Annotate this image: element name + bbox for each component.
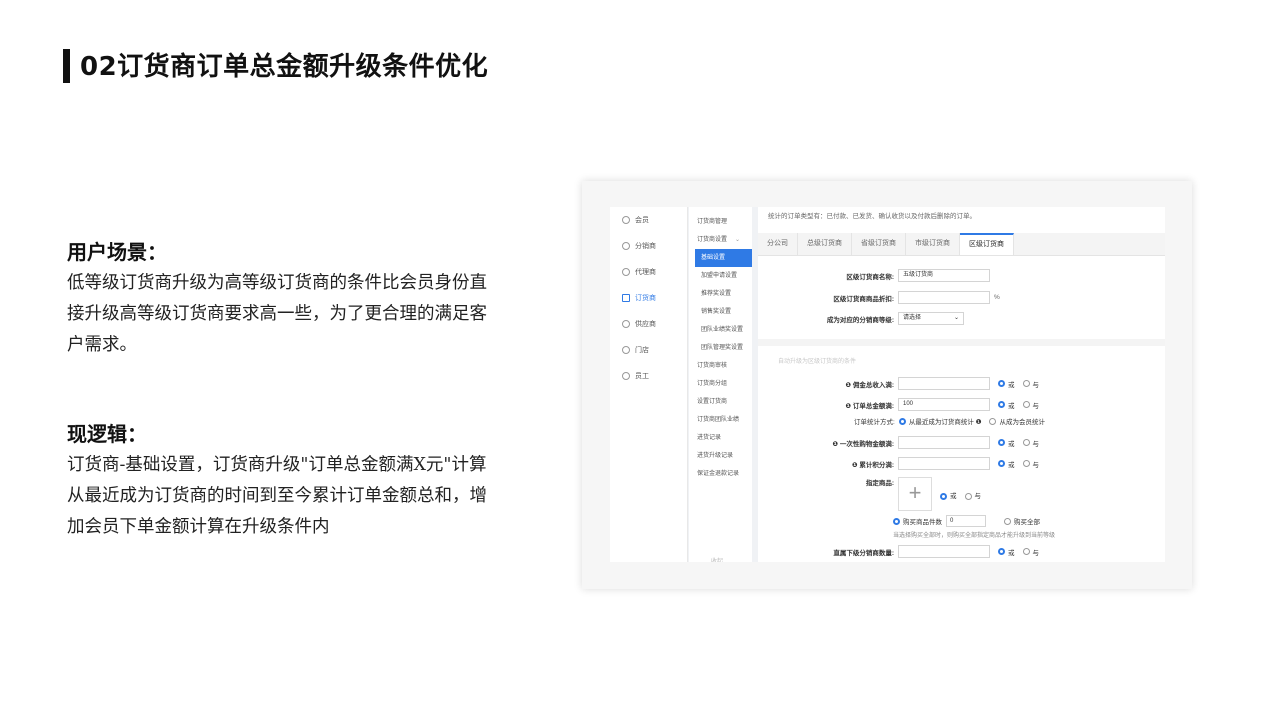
and-radio[interactable] — [1022, 439, 1030, 446]
row-goods: 指定商品: + 或与 — [758, 477, 981, 511]
row-discount: 区级订货商商品折扣: % — [758, 291, 1000, 304]
commission-input[interactable] — [898, 377, 990, 390]
primary-nav: 会员 分销商 代理商 订货商 供应商 门店 员工 — [610, 207, 688, 562]
nav2-deposit[interactable]: 保证金退款记录 — [689, 465, 752, 483]
and-radio[interactable] — [1022, 401, 1030, 408]
and-radio[interactable] — [1022, 380, 1030, 387]
tab-province[interactable]: 省级订货商 — [852, 233, 906, 255]
nav-member[interactable]: 会员 — [610, 207, 687, 233]
nav2-stock[interactable]: 进货记录 — [689, 429, 752, 447]
chevron-down-icon: ⌄ — [735, 237, 741, 243]
dealer-icon — [622, 294, 630, 302]
nav2-recommend[interactable]: 推荐奖设置 — [689, 285, 752, 303]
or-radio[interactable] — [998, 460, 1005, 467]
store-icon — [622, 346, 630, 354]
secondary-nav: 订货商管理 订货商设置 ⌄ 基础设置 加盟申请设置 推荐奖设置 销售奖设置 团队业… — [689, 207, 752, 562]
discount-input[interactable] — [898, 291, 990, 304]
nav2-manage[interactable]: 订货商管理 — [689, 213, 752, 231]
nav2-group[interactable]: 订货商分组 — [689, 375, 752, 393]
row-name: 区级订货商名称: 五级订货商 — [758, 269, 990, 282]
or-radio[interactable] — [998, 439, 1005, 446]
one-time-input[interactable] — [898, 436, 990, 449]
buy-count-radio[interactable] — [893, 517, 900, 525]
nav2-collapse[interactable]: 收起 — [703, 553, 723, 562]
level-tabs: 分公司 总级订货商 省级订货商 市级订货商 区级订货商 — [758, 233, 1165, 256]
supplier-icon — [622, 320, 630, 328]
nav-staff[interactable]: 员工 — [610, 363, 687, 389]
nav2-settings[interactable]: 订货商设置 ⌄ — [689, 231, 752, 249]
logic-heading: 现逻辑： — [67, 422, 147, 446]
order-total-input[interactable]: 100 — [898, 398, 990, 411]
tab-district[interactable]: 区级订货商 — [960, 233, 1014, 255]
stat-member-radio[interactable] — [989, 417, 997, 425]
dist-level-select[interactable]: 请选择 ⌄ — [898, 312, 964, 325]
nav2-audit[interactable]: 订货商审核 — [689, 357, 752, 375]
row-order-total: ❶ 订单总金额满: 100 或 与 — [758, 398, 1039, 411]
buy-count-input[interactable]: 0 — [946, 515, 986, 527]
nav-agent[interactable]: 代理商 — [610, 259, 687, 285]
nav2-join[interactable]: 加盟申请设置 — [689, 267, 752, 285]
and-radio[interactable] — [964, 492, 972, 500]
row-points: ❶ 累计积分满: 或 与 — [758, 457, 1039, 470]
tab-general[interactable]: 总级订货商 — [798, 233, 852, 255]
row-one-time: ❶ 一次性购物金额满: 或 与 — [758, 436, 1039, 449]
slide-title: 02订货商订单总金额升级条件优化 — [80, 52, 489, 82]
main-panel: 统计的订单类型有：已付款、已发货、确认收货以及付款后删除的订单。 分公司 总级订… — [758, 207, 1165, 562]
tab-branch[interactable]: 分公司 — [758, 233, 798, 255]
logic-text: 订货商-基础设置，订货商升级"订单总金额满X元"计算从最近成为订货商的时间到至今… — [67, 455, 487, 537]
row-commission: ❶ 佣金总收入满: 或 与 — [758, 377, 1039, 390]
stat-recent-radio[interactable] — [898, 417, 906, 425]
tab-city[interactable]: 市级订货商 — [906, 233, 960, 255]
nav2-basic[interactable]: 基础设置 — [695, 249, 752, 267]
nav-dealer[interactable]: 订货商 — [610, 285, 687, 311]
nav2-team-mgmt[interactable]: 团队管理奖设置 — [689, 339, 752, 357]
nav2-team-perf2[interactable]: 订货商团队业绩 — [689, 411, 752, 429]
nav-supplier[interactable]: 供应商 — [610, 311, 687, 337]
chevron-down-icon: ⌄ — [953, 315, 959, 321]
add-goods-button[interactable]: + — [898, 477, 932, 511]
section-faint-title: 自动升级为区级订货商的条件 — [778, 359, 857, 365]
user-icon — [622, 216, 630, 224]
screenshot-frame: 会员 分销商 代理商 订货商 供应商 门店 员工 订货商管理 订货商设置 ⌄ 基础… — [582, 181, 1192, 589]
distributor-icon — [622, 242, 630, 250]
nav-store[interactable]: 门店 — [610, 337, 687, 363]
nav2-upgrade[interactable]: 进货升级记录 — [689, 447, 752, 465]
direct-input[interactable] — [898, 545, 990, 558]
section-divider — [758, 339, 1165, 346]
nav2-set-dealer[interactable]: 设置订货商 — [689, 393, 752, 411]
name-input[interactable]: 五级订货商 — [898, 269, 990, 282]
row-buy-count: 购买商品件数 0 购买全部 — [893, 515, 1040, 527]
notice-text: 统计的订单类型有：已付款、已发货、确认收货以及付款后删除的订单。 — [768, 213, 976, 220]
agent-icon — [622, 268, 630, 276]
or-radio[interactable] — [940, 492, 947, 500]
or-radio[interactable] — [998, 401, 1005, 408]
title-accent-bar — [63, 49, 70, 83]
admin-screenshot: 会员 分销商 代理商 订货商 供应商 门店 员工 订货商管理 订货商设置 ⌄ 基础… — [610, 207, 1165, 562]
staff-icon — [622, 372, 630, 380]
row-dist-level: 成为对应的分销商等级: 请选择 ⌄ — [758, 312, 964, 325]
or-radio[interactable] — [998, 380, 1005, 387]
row-stat-method: 订单统计方式: 从最近成为订货商统计 ❶ 从成为会员统计 — [854, 417, 1045, 426]
nav2-team-perf[interactable]: 团队业绩奖设置 — [689, 321, 752, 339]
points-input[interactable] — [898, 457, 990, 470]
buy-all-radio[interactable] — [1004, 517, 1011, 525]
and-radio[interactable] — [1022, 548, 1030, 555]
row-direct: 直属下级分销商数量: 或 与 — [758, 545, 1039, 558]
nav2-sales[interactable]: 销售奖设置 — [689, 303, 752, 321]
or-radio[interactable] — [998, 548, 1005, 555]
nav-distributor[interactable]: 分销商 — [610, 233, 687, 259]
and-radio[interactable] — [1022, 460, 1030, 467]
scenario-text: 低等级订货商升级为高等级订货商的条件比会员身份直接升级高等级订货商要求高一些，为… — [67, 273, 487, 355]
buy-note: 当选择购买全部时，则购买全部指定商品才能升级到当前等级 — [893, 533, 1056, 539]
scenario-heading: 用户场景： — [67, 240, 167, 264]
